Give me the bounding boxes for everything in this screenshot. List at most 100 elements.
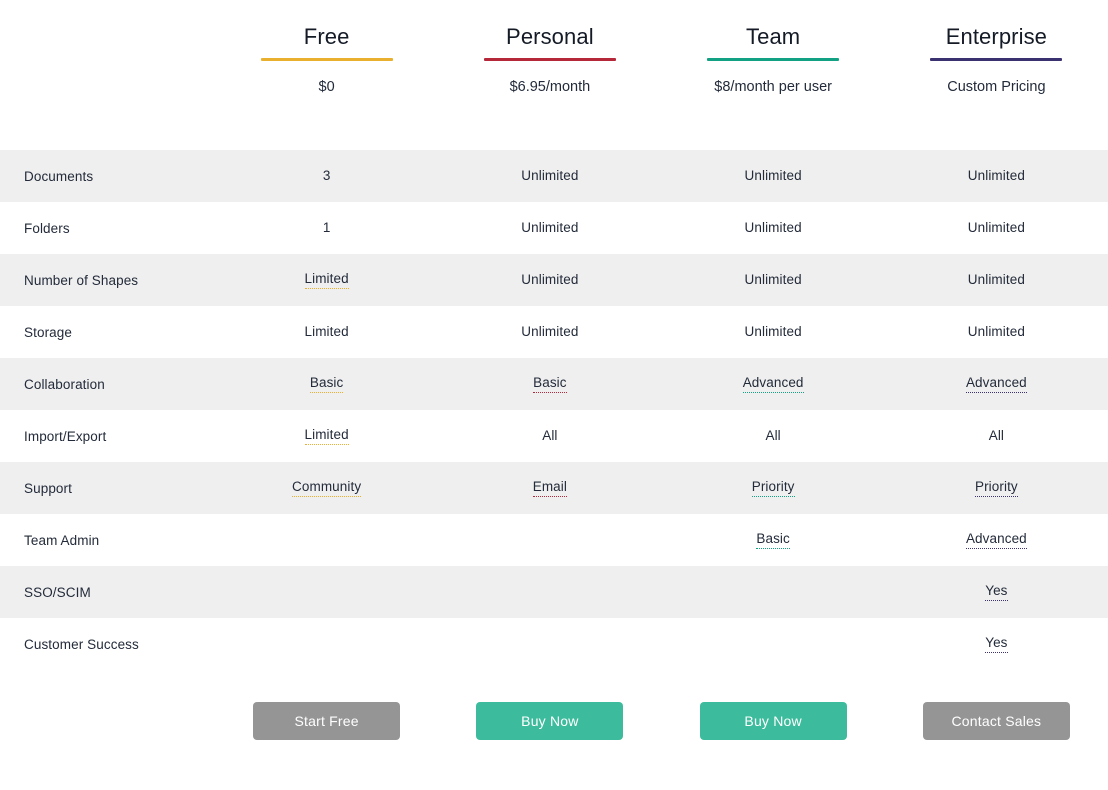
feature-value-team: All: [662, 428, 885, 445]
feature-value-personal: [438, 585, 661, 600]
feature-value-team: Unlimited: [662, 272, 885, 289]
tooltip-value[interactable]: Advanced: [965, 375, 1027, 393]
table-row: Collaboration Basic Basic Advanced Advanced: [0, 358, 1108, 410]
table-row: Storage Limited Unlimited Unlimited Unlimite…: [0, 306, 1108, 358]
tooltip-value[interactable]: Basic: [756, 531, 790, 549]
feature-value-enterprise: Unlimited: [885, 324, 1108, 341]
header-empty-corner: [0, 22, 215, 150]
feature-label: Customer Success: [24, 636, 139, 652]
feature-label: Import/Export: [24, 428, 107, 444]
static-value: All: [765, 427, 781, 443]
plan-name-enterprise: Enterprise: [945, 24, 1048, 49]
table-row: Number of Shapes Limited Unlimited Unlimite…: [0, 254, 1108, 306]
feature-label: Team Admin: [24, 532, 100, 548]
plan-price-enterprise: Custom Pricing: [947, 79, 1046, 95]
cta-empty-corner: [0, 702, 215, 740]
cta-button-enterprise[interactable]: Contact Sales: [922, 702, 1070, 740]
tooltip-value[interactable]: Priority: [974, 479, 1018, 497]
feature-value-personal: Basic: [438, 375, 661, 393]
feature-value-enterprise: Advanced: [885, 375, 1108, 393]
table-row: Customer Success Yes: [0, 618, 1108, 670]
static-value: Unlimited: [521, 323, 579, 339]
feature-label: Documents: [24, 168, 94, 184]
tooltip-value[interactable]: Limited: [304, 427, 349, 445]
tooltip-value[interactable]: Limited: [304, 271, 349, 289]
static-value: Unlimited: [967, 323, 1025, 339]
plan-header-row: Free $0 Personal $6.95/month Team $8/month pe…: [0, 0, 1108, 150]
static-value: Unlimited: [521, 167, 579, 183]
feature-comparison-table: Documents 3 Unlimited Unlimited Unlimited Fol…: [0, 150, 1108, 670]
tooltip-value[interactable]: Advanced: [965, 531, 1027, 549]
feature-value-free: Limited: [215, 324, 438, 341]
feature-value-team: Unlimited: [662, 168, 885, 185]
static-value: All: [988, 427, 1005, 443]
feature-value-personal: Unlimited: [438, 324, 661, 341]
cta-cell-personal: Buy Now: [438, 702, 661, 740]
table-row: Team Admin Basic Advanced: [0, 514, 1108, 566]
table-row: Documents 3 Unlimited Unlimited Unlimited: [0, 150, 1108, 202]
plan-column-free: Free $0: [215, 22, 438, 150]
feature-value-free: Community: [215, 479, 438, 497]
feature-value-team: [662, 637, 885, 652]
plan-price-team: $8/month per user: [714, 79, 832, 95]
cta-cell-enterprise: Contact Sales: [885, 702, 1108, 740]
static-value: 1: [322, 219, 331, 235]
feature-value-personal: All: [438, 428, 661, 445]
feature-value-free: 3: [215, 168, 438, 185]
feature-value-team: Unlimited: [662, 324, 885, 341]
plan-price-personal: $6.95/month: [509, 79, 591, 95]
static-value: Limited: [304, 323, 349, 339]
tooltip-value[interactable]: Priority: [751, 479, 795, 497]
feature-value-free: [215, 533, 438, 548]
cta-button-team[interactable]: Buy Now: [699, 702, 847, 740]
feature-value-enterprise: Unlimited: [885, 272, 1108, 289]
feature-value-enterprise: Priority: [885, 479, 1108, 497]
cta-cell-team: Buy Now: [662, 702, 885, 740]
static-value: Unlimited: [744, 323, 802, 339]
tooltip-value[interactable]: Email: [532, 479, 567, 497]
feature-value-personal: Unlimited: [438, 168, 661, 185]
table-row: SSO/SCIM Yes: [0, 566, 1108, 618]
feature-label: Storage: [24, 324, 72, 340]
tooltip-value[interactable]: Yes: [985, 583, 1008, 601]
pricing-comparison-page: Free $0 Personal $6.95/month Team $8/month pe…: [0, 0, 1108, 790]
tooltip-value[interactable]: Basic: [533, 375, 567, 393]
static-value: Unlimited: [967, 167, 1025, 183]
feature-value-enterprise: Advanced: [885, 531, 1108, 549]
plan-column-personal: Personal $6.95/month: [438, 22, 661, 150]
static-value: Unlimited: [744, 219, 802, 235]
cta-button-row: Start Free Buy Now Buy Now Contact Sales: [0, 670, 1108, 740]
static-value: Unlimited: [744, 167, 802, 183]
tooltip-value[interactable]: Community: [292, 479, 362, 497]
static-value: Unlimited: [967, 219, 1025, 235]
feature-value-personal: Email: [438, 479, 661, 497]
feature-value-enterprise: Unlimited: [885, 220, 1108, 237]
static-value: Unlimited: [521, 219, 579, 235]
feature-value-team: Unlimited: [662, 220, 885, 237]
feature-value-free: [215, 637, 438, 652]
feature-label: Number of Shapes: [24, 272, 139, 288]
plan-price-free: $0: [318, 79, 335, 95]
static-value: All: [542, 427, 558, 443]
feature-value-free: Limited: [215, 427, 438, 445]
cta-button-personal[interactable]: Buy Now: [476, 702, 624, 740]
plan-column-team: Team $8/month per user: [662, 22, 885, 150]
plan-name-team: Team: [746, 24, 801, 49]
cta-button-free[interactable]: Start Free: [253, 702, 401, 740]
plan-accent-rule-free: [260, 58, 393, 61]
feature-value-free: Limited: [215, 271, 438, 289]
tooltip-value[interactable]: Yes: [985, 635, 1008, 653]
static-value: 3: [322, 167, 331, 183]
feature-value-free: 1: [215, 220, 438, 237]
cta-cell-free: Start Free: [215, 702, 438, 740]
plan-name-free: Free: [303, 24, 350, 49]
feature-value-free: [215, 585, 438, 600]
feature-value-team: Priority: [662, 479, 885, 497]
feature-value-enterprise: Yes: [885, 583, 1108, 601]
tooltip-value[interactable]: Basic: [309, 375, 344, 393]
table-row: Folders 1 Unlimited Unlimited Unlimited: [0, 202, 1108, 254]
feature-value-team: Basic: [662, 531, 885, 549]
feature-label: Folders: [24, 220, 70, 236]
feature-value-enterprise: Yes: [885, 635, 1108, 653]
tooltip-value[interactable]: Advanced: [742, 375, 804, 393]
